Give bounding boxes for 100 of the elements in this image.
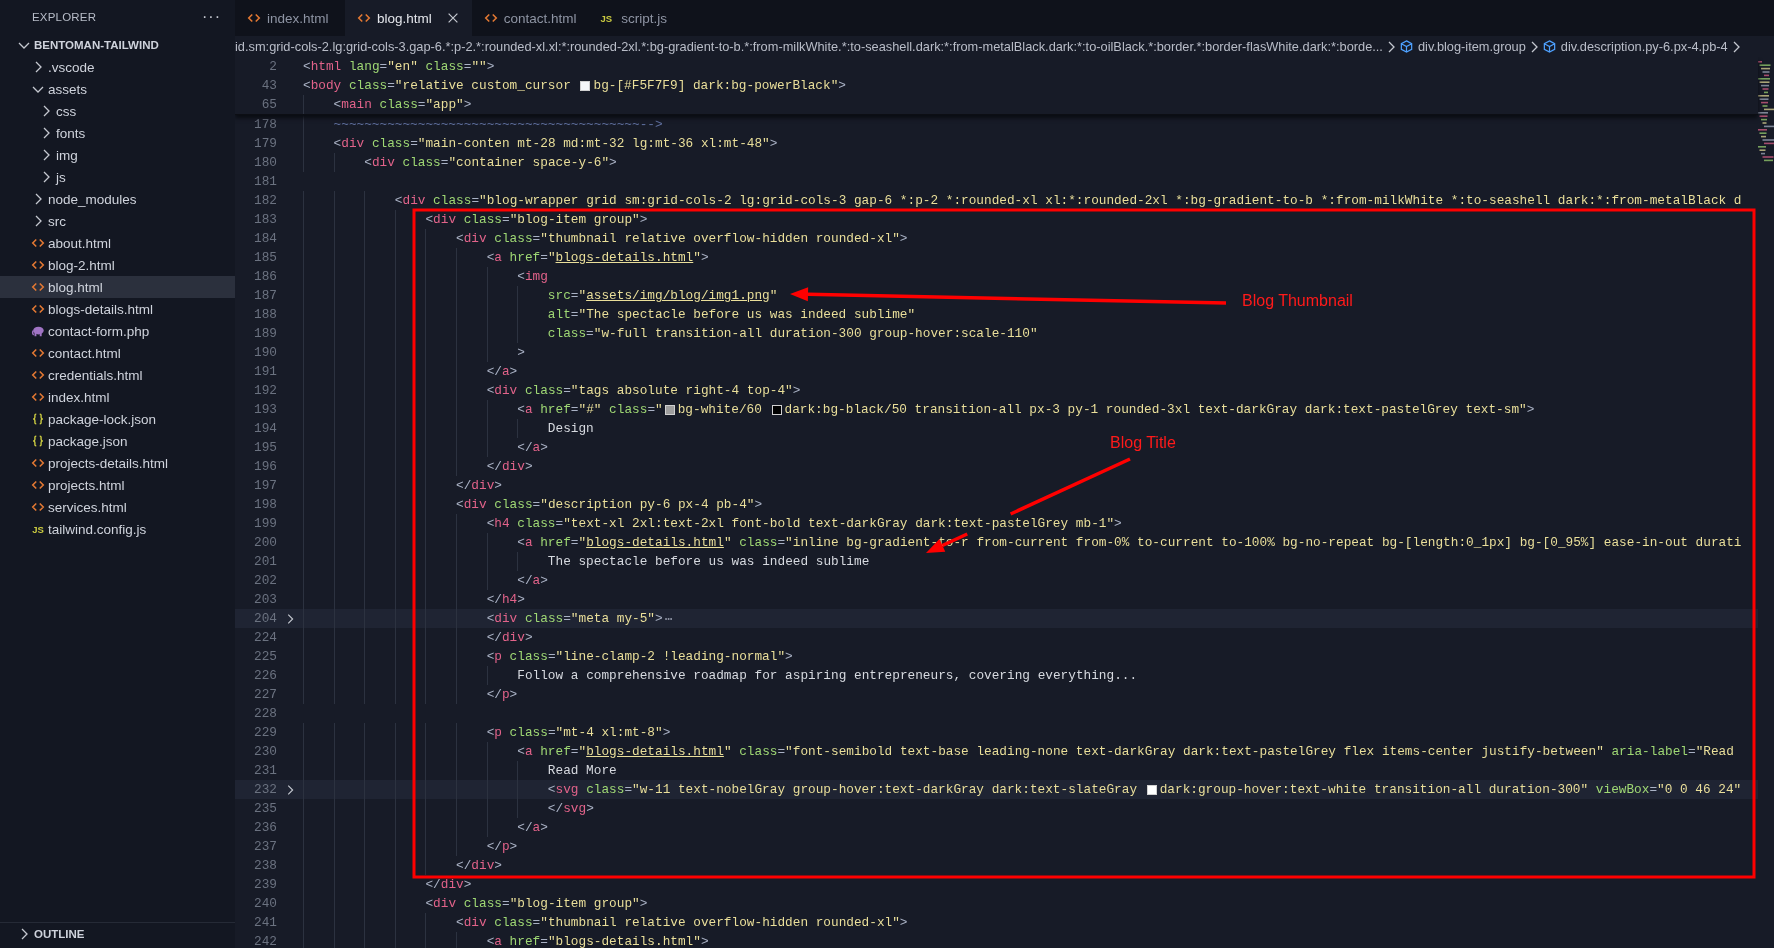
code-brackets-icon: [31, 346, 45, 360]
line-number: 2: [268, 59, 277, 74]
folded-ellipsis[interactable]: ⋯: [664, 610, 673, 627]
line-number: 199: [253, 516, 277, 531]
code-text: ": [769, 288, 778, 303]
file-tree-item[interactable]: node_modules: [0, 188, 235, 210]
line-number: 197: [253, 478, 277, 493]
line-number: 186: [253, 269, 277, 284]
color-swatch-icon[interactable]: [664, 404, 675, 415]
section-title[interactable]: OUTLINE: [34, 927, 85, 940]
file-tree-item[interactable]: css: [0, 100, 235, 122]
code-brackets-icon: [31, 456, 45, 470]
file-tree-item[interactable]: img: [0, 144, 235, 166]
breadcrumb-item[interactable]: id.sm:grid-cols-2.lg:grid-cols-3.gap-6.*:p-2.*:rounded-xl.xl:*:rounded-2xl.*:bg-gradient-to-b.*:from-milkWhite.*:to-seashell.dark:*:from-metalBlack.dark:*:to-oilBlack.*:border.*:border-flasWhite.dark:*:borde...: [235, 39, 1383, 54]
code-brackets-icon: [31, 280, 45, 294]
line-number: 182: [253, 193, 277, 208]
file-tree-item[interactable]: assets: [0, 78, 235, 100]
file-type-label: JS: [600, 12, 613, 24]
file-tree-item[interactable]: package-lock.json: [0, 408, 235, 430]
file-tree-item[interactable]: package.json: [0, 430, 235, 452]
line-number: 224: [253, 630, 277, 645]
braces-icon: [31, 412, 45, 426]
code-text: <body class="relative custom_cursor: [303, 78, 572, 93]
line-number: 231: [253, 763, 277, 778]
editor-tab[interactable]: index.html: [235, 0, 345, 36]
line-number: 236: [253, 820, 277, 835]
file-tree-item[interactable]: JS tailwind.config.js: [0, 518, 235, 540]
code-brackets-icon: [31, 236, 45, 250]
file-tree-item[interactable]: contact.html: [0, 342, 235, 364]
line-number: 183: [253, 212, 277, 227]
file-tree-item[interactable]: js: [0, 166, 235, 188]
line-number: 191: [253, 364, 277, 379]
line-number: 202: [253, 573, 277, 588]
file-tree-item[interactable]: credentials.html: [0, 364, 235, 386]
code-link[interactable]: blogs-details.html: [555, 250, 694, 265]
line-number: 204: [253, 611, 277, 626]
line-number: 195: [253, 440, 277, 455]
code-text: <a href=": [516, 535, 587, 550]
line-number: 188: [253, 307, 277, 322]
project-name[interactable]: BENTOMAN-TAILWIND: [34, 39, 159, 51]
file-tree-item[interactable]: contact-form.php: [0, 320, 235, 342]
file-type-label: JS: [32, 523, 44, 535]
file-tree-item[interactable]: blogs-details.html: [0, 298, 235, 320]
breadcrumb-item[interactable]: div.blog-item.group: [1417, 39, 1526, 54]
file-tree-item[interactable]: .vscode: [0, 56, 235, 78]
line-number: 235: [253, 801, 277, 816]
line-number: 189: [253, 326, 277, 341]
file-tree-item[interactable]: blog-2.html: [0, 254, 235, 276]
file-tree-item[interactable]: src: [0, 210, 235, 232]
line-number: 237: [253, 839, 277, 854]
editor-tab[interactable]: contact.html: [471, 0, 589, 36]
color-swatch-icon[interactable]: [580, 80, 591, 91]
file-tree-item[interactable]: projects.html: [0, 474, 235, 496]
elephant-icon: [30, 324, 46, 338]
code-link[interactable]: assets/img/blog/img1.png: [586, 288, 770, 303]
line-number: 193: [253, 402, 277, 417]
line-number: 43: [260, 78, 277, 93]
code-link[interactable]: blogs-details.html: [586, 744, 724, 759]
line-number: 241: [253, 915, 277, 930]
line-number: 227: [253, 687, 277, 702]
file-tree-item[interactable]: about.html: [0, 232, 235, 254]
annotation-label: Blog Thumbnail: [1242, 292, 1353, 310]
line-number: 184: [253, 231, 277, 246]
code-brackets-icon: [31, 302, 45, 316]
line-number: 178: [253, 117, 277, 132]
line-number: 196: [253, 459, 277, 474]
code-brackets-icon: [31, 478, 45, 492]
code-text: dark:bg-black/50 transition-all px-3 py-1 rounded-3xl text-darkGray dark:text-pastelGrey text-sm">: [784, 402, 1535, 417]
code-link[interactable]: blogs-details.html: [586, 535, 724, 550]
line-number: 192: [253, 383, 277, 398]
breadcrumb-item[interactable]: div.description.py-6.px-4.pb-4: [1560, 39, 1728, 54]
code-text: ">: [693, 250, 709, 265]
line-number: 228: [253, 706, 277, 721]
line-number: 179: [253, 136, 277, 151]
line-number: 239: [253, 877, 277, 892]
more-menu[interactable]: ···: [202, 8, 221, 26]
code-text: <svg class="w-11 text-nobelGray group-hover:text-darkGray dark:text-slateGray: [546, 782, 1139, 797]
color-swatch-icon[interactable]: [771, 404, 782, 415]
code-text: <div class="meta my-5">: [485, 611, 663, 626]
file-tree-item[interactable]: projects-details.html: [0, 452, 235, 474]
code-text: <a href=": [485, 250, 556, 265]
line-number: 200: [253, 535, 277, 550]
file-tree-item[interactable]: index.html: [0, 386, 235, 408]
file-tree-item[interactable]: fonts: [0, 122, 235, 144]
line-number: 194: [253, 421, 277, 436]
code-brackets-icon: [483, 11, 498, 25]
line-number: 190: [253, 345, 277, 360]
code-text: src=": [546, 288, 587, 303]
line-number: 242: [253, 934, 277, 948]
line-number: 187: [253, 288, 277, 303]
code-brackets-icon: [31, 258, 45, 272]
code-text: bg-white/60: [677, 402, 763, 417]
color-swatch-icon[interactable]: [1146, 784, 1157, 795]
code-brackets-icon: [247, 11, 261, 25]
code-brackets-icon: [31, 390, 45, 404]
editor-tab[interactable]: JS script.js: [588, 0, 699, 36]
file-tree-item[interactable]: services.html: [0, 496, 235, 518]
editor-tab[interactable]: blog.html: [345, 0, 472, 36]
line-number: 201: [253, 554, 277, 569]
file-tree-item[interactable]: blog.html: [0, 276, 235, 298]
